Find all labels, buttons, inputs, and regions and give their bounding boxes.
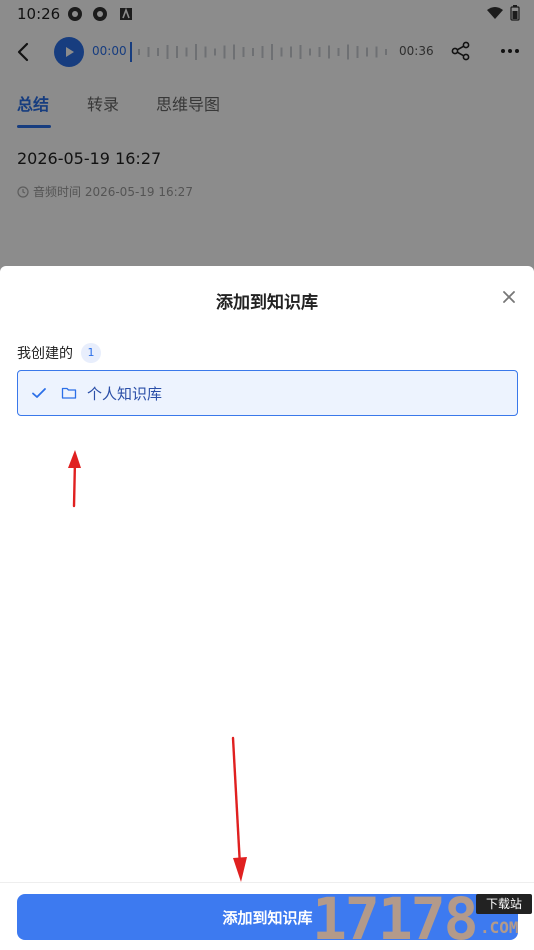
sheet-title: 添加到知识库 [216,293,318,313]
checkmark-icon [32,388,46,398]
watermark-suffix: .COM [480,918,519,937]
section-header: 我创建的 1 [17,343,101,363]
folder-icon [61,387,77,399]
close-icon[interactable] [500,288,518,306]
watermark-tag: 下载站 [476,894,532,914]
add-to-knowledge-base-sheet: 添加到知识库 我创建的 1 个人知识库 添加到知识库 [0,266,534,950]
knowledge-base-label: 个人知识库 [87,384,163,403]
sheet-divider [0,882,534,883]
knowledge-base-item[interactable]: 个人知识库 [17,370,518,416]
section-count-badge: 1 [81,343,101,363]
section-label: 我创建的 [17,346,73,362]
annotation-arrow-down-icon [231,736,247,882]
watermark-number: 17178 [312,885,479,950]
site-watermark: 17178 下载站 .COM [312,888,534,950]
annotation-arrow-up-icon [68,450,81,508]
